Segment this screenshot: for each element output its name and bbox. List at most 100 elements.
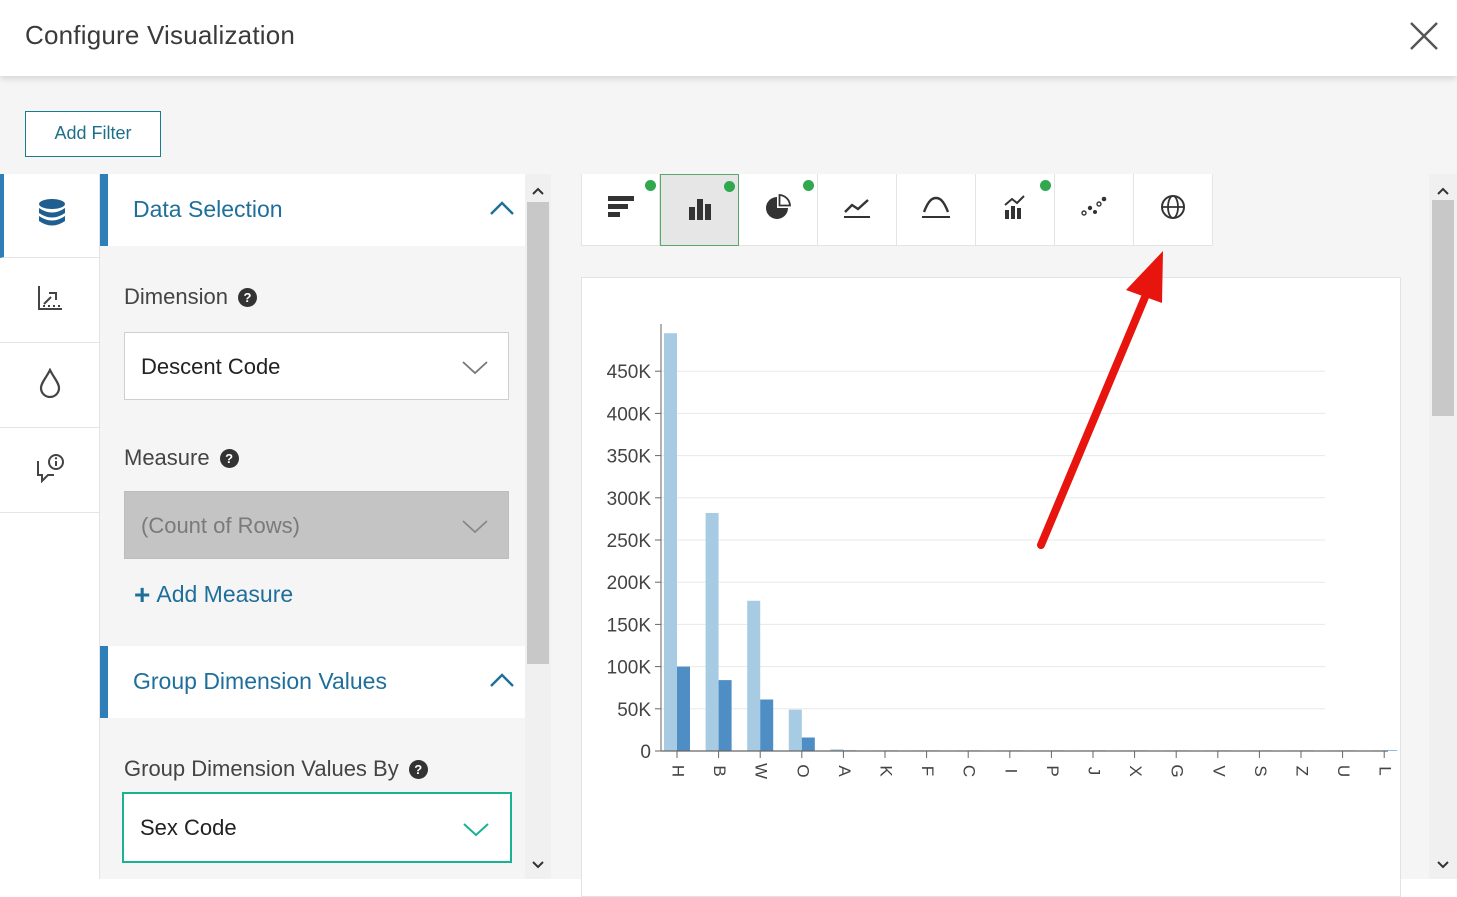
x-tick-label: I	[1001, 769, 1020, 774]
y-tick-label: 50K	[617, 700, 651, 721]
bar-O-series-2	[801, 737, 815, 751]
chart-type-column[interactable]	[660, 174, 739, 246]
x-tick-label: U	[1334, 765, 1353, 777]
x-tick-label: B	[710, 765, 729, 776]
status-dot	[724, 181, 735, 192]
combo-chart-icon	[1002, 194, 1028, 225]
rail-item-data[interactable]	[0, 174, 100, 258]
column-bar-icon	[687, 195, 713, 226]
x-tick-label: X	[1126, 765, 1145, 776]
chart-type-bar	[581, 174, 1213, 246]
filter-toolbar	[0, 76, 1457, 174]
add-measure-link[interactable]: + Add Measure	[134, 579, 293, 611]
pie-icon	[765, 194, 791, 225]
bar-W-series-2	[760, 699, 774, 751]
viz-scrollbar[interactable]	[1429, 174, 1457, 879]
chart-type-line[interactable]	[818, 174, 897, 246]
x-tick-label: S	[1251, 765, 1270, 776]
chart-type-combo[interactable]	[976, 174, 1055, 246]
status-dot	[645, 180, 656, 191]
measure-select: (Count of Rows)	[124, 491, 509, 559]
status-dot	[1040, 180, 1051, 191]
horizontal-bar-icon	[607, 194, 635, 225]
y-tick-label: 150K	[607, 615, 652, 636]
chevron-up-icon	[488, 670, 516, 690]
chart-type-pie[interactable]	[739, 174, 818, 246]
chart-type-horizontal-bar[interactable]	[581, 174, 660, 246]
help-icon[interactable]: ?	[408, 760, 428, 779]
measure-label: Measure?	[124, 445, 239, 471]
scrollbar-thumb[interactable]	[527, 202, 549, 664]
line-icon	[843, 195, 871, 224]
x-tick-label: J	[1085, 767, 1104, 776]
axes-chart-icon	[36, 284, 64, 317]
group-dimension-header[interactable]: Group Dimension Values	[100, 646, 525, 718]
group-by-select[interactable]: Sex Code	[122, 792, 512, 863]
measure-value: (Count of Rows)	[141, 513, 300, 538]
dimension-label: Dimension?	[124, 284, 257, 310]
database-icon	[36, 197, 68, 234]
x-tick-label: Z	[1293, 766, 1312, 776]
dialog-title: Configure Visualization	[25, 20, 296, 50]
y-tick-label: 100K	[607, 658, 652, 679]
chart-type-area[interactable]	[897, 174, 976, 246]
x-tick-label: H	[669, 765, 688, 777]
y-tick-label: 350K	[607, 447, 652, 468]
add-filter-button[interactable]: Add Filter	[25, 111, 161, 157]
x-tick-label: W	[752, 763, 771, 779]
scroll-up-icon[interactable]	[1436, 183, 1450, 195]
help-icon[interactable]: ?	[237, 288, 257, 307]
chevron-down-icon	[461, 359, 489, 375]
plus-icon: +	[134, 579, 151, 610]
scroll-down-icon[interactable]	[1436, 857, 1450, 869]
help-icon[interactable]: ?	[219, 449, 239, 468]
y-tick-label: 200K	[607, 573, 652, 594]
y-tick-label: 0	[640, 742, 651, 763]
dialog-header: Configure Visualization	[0, 0, 1457, 76]
x-tick-label: G	[1168, 764, 1187, 777]
group-dimension-title: Group Dimension Values	[133, 668, 387, 694]
droplet-icon	[38, 367, 62, 403]
chart-container: 0 50K 100K 150K 200K 250K 300K 350K 400K 450K H B W O…	[581, 277, 1401, 897]
x-tick-label: O	[793, 764, 812, 777]
measure-label-text: Measure	[124, 445, 210, 470]
bar-O-series-1	[788, 709, 802, 751]
chart-type-map[interactable]	[1134, 174, 1213, 246]
y-tick-label: 250K	[607, 531, 652, 552]
dimension-select[interactable]: Descent Code	[124, 332, 509, 400]
y-tick-label: 400K	[607, 404, 652, 425]
chart-type-scatter[interactable]	[1055, 174, 1134, 246]
rail-item-colors[interactable]	[0, 344, 100, 428]
panel-scrollbar[interactable]	[525, 174, 551, 879]
x-tick-label: L	[1376, 766, 1395, 775]
data-selection-title: Data Selection	[133, 196, 283, 222]
visualization-area: 0 50K 100K 150K 200K 250K 300K 350K 400K 450K H B W O…	[551, 174, 1429, 897]
scatter-icon	[1080, 195, 1108, 224]
bar-H-series-2	[677, 666, 690, 751]
bar-B-series-2	[718, 680, 732, 751]
status-dot	[803, 180, 814, 191]
scroll-up-icon[interactable]	[531, 183, 545, 195]
configure-visualization-dialog: Configure Visualization Add Filter Data …	[0, 0, 1457, 897]
info-chat-icon	[34, 453, 66, 488]
scroll-down-icon[interactable]	[531, 857, 545, 869]
x-tick-label: F	[918, 766, 937, 776]
bar-chart: 0 50K 100K 150K 200K 250K 300K 350K 400K 450K H B W O…	[607, 324, 1398, 779]
y-tick-label: 450K	[607, 362, 652, 383]
group-by-value: Sex Code	[140, 815, 237, 840]
group-by-label: Group Dimension Values By?	[124, 756, 428, 782]
x-tick-label: A	[835, 765, 854, 777]
rail-item-axes[interactable]	[0, 259, 100, 343]
chevron-down-icon	[462, 821, 490, 837]
chevron-up-icon	[488, 198, 516, 218]
scrollbar-thumb[interactable]	[1432, 200, 1454, 416]
group-by-label-text: Group Dimension Values By	[124, 756, 399, 781]
x-tick-label: P	[1043, 765, 1062, 776]
bar-W-series-1	[747, 600, 761, 751]
rail-item-tooltip[interactable]	[0, 429, 100, 513]
x-tick-label: K	[877, 765, 896, 777]
close-icon[interactable]	[1406, 18, 1442, 54]
globe-map-icon	[1160, 194, 1186, 225]
chevron-down-icon	[461, 518, 489, 534]
data-selection-header[interactable]: Data Selection	[100, 174, 525, 246]
